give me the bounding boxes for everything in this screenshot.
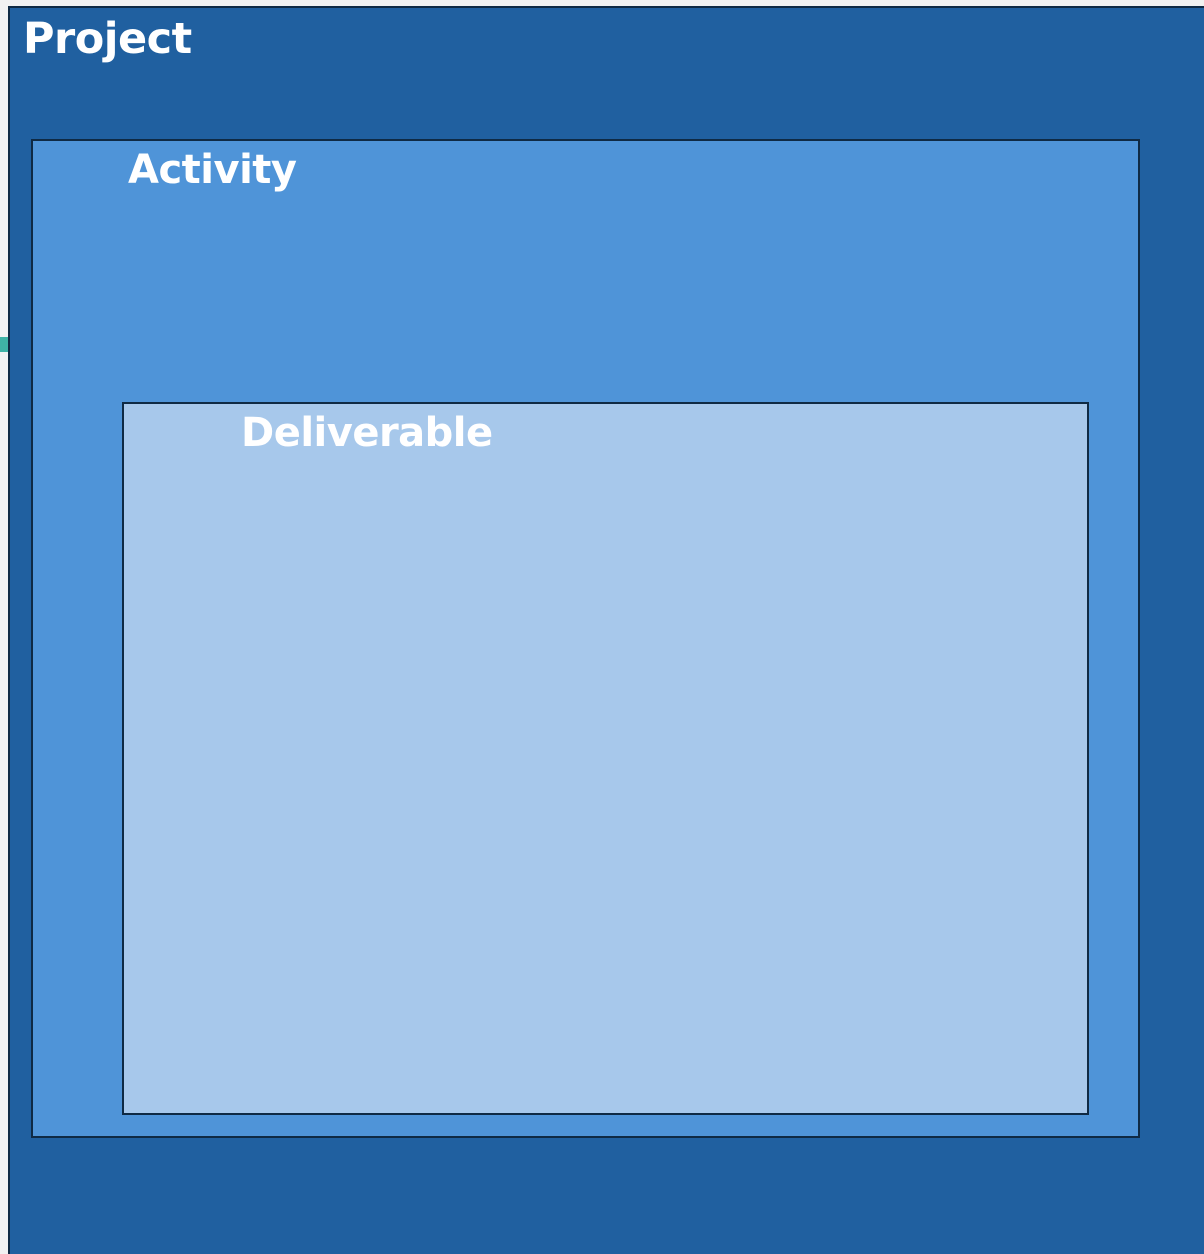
activity-label: Activity — [128, 147, 297, 193]
activity-box: Activity Deliverable — [31, 139, 1140, 1138]
deliverable-box: Deliverable — [122, 402, 1089, 1115]
deliverable-label: Deliverable — [241, 410, 493, 456]
project-label: Project — [23, 14, 192, 64]
project-box: Project Activity Deliverable — [8, 6, 1204, 1254]
diagram-canvas: Project Activity Deliverable — [0, 0, 1204, 1254]
